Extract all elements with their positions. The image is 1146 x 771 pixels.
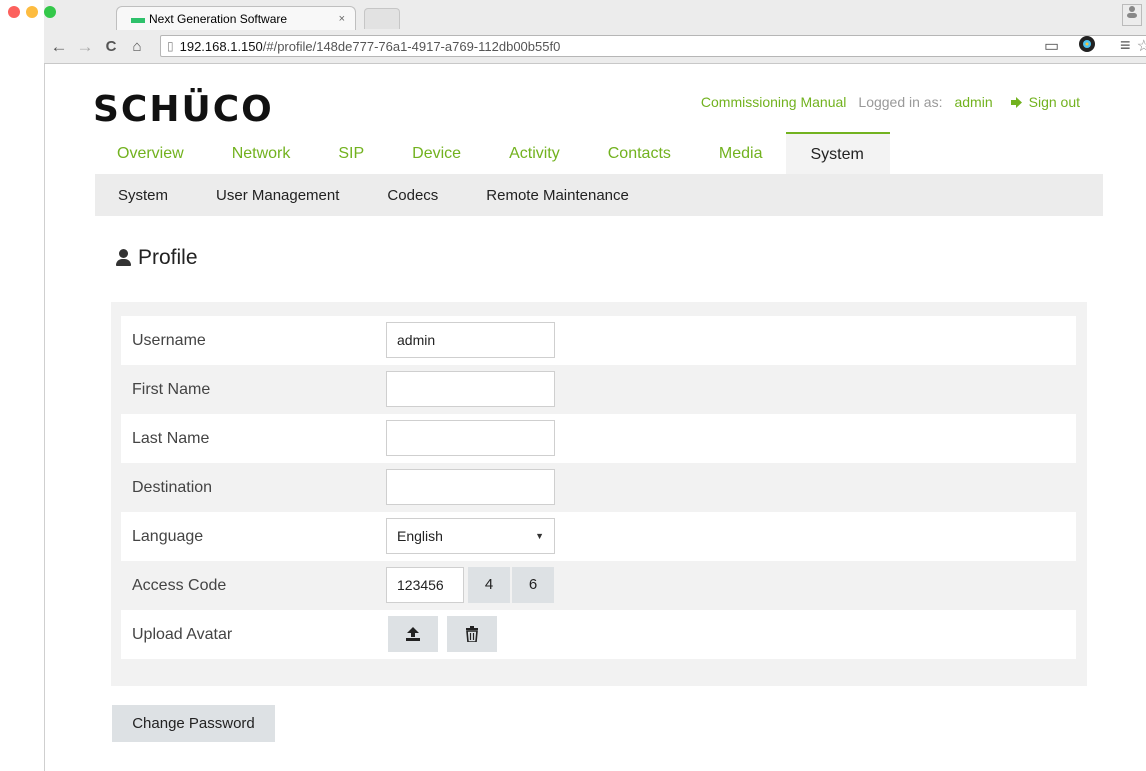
nav-contacts[interactable]: Contacts xyxy=(584,132,695,175)
minimize-window-button[interactable] xyxy=(26,6,38,18)
nav-activity[interactable]: Activity xyxy=(485,132,584,175)
username-link[interactable]: admin xyxy=(954,94,992,110)
home-icon[interactable]: ⌂ xyxy=(126,38,148,55)
form-row-language: Language English ▼ xyxy=(121,512,1076,561)
upload-avatar-label: Upload Avatar xyxy=(132,626,233,643)
first-name-label: First Name xyxy=(132,381,211,398)
trash-icon xyxy=(466,626,478,642)
extension-icon[interactable] xyxy=(1078,35,1096,58)
header-links: Commissioning Manual Logged in as: admin… xyxy=(701,94,1080,110)
caret-down-icon: ▼ xyxy=(535,531,544,541)
destination-label: Destination xyxy=(132,479,213,496)
subnav-user-management[interactable]: User Management xyxy=(192,187,363,204)
favicon-icon xyxy=(131,18,145,23)
page-title: Profile xyxy=(115,246,198,270)
reload-icon[interactable]: C xyxy=(100,38,122,55)
page-content: SCHÜCO Commissioning Manual Logged in as… xyxy=(45,64,1146,771)
tab-title: Next Generation Software xyxy=(149,11,288,26)
sign-out-link[interactable]: Sign out xyxy=(1010,94,1080,110)
subnav-codecs[interactable]: Codecs xyxy=(363,187,462,204)
sign-out-icon xyxy=(1010,96,1022,108)
menu-icon[interactable]: ≡ xyxy=(1120,35,1131,56)
nav-network[interactable]: Network xyxy=(208,132,315,175)
access-code-length-4-button[interactable]: 4 xyxy=(468,567,510,603)
form-row-upload-avatar: Upload Avatar xyxy=(121,610,1076,659)
main-nav: Overview Network SIP Device Activity Con… xyxy=(93,132,1103,175)
tab-close-icon[interactable]: × xyxy=(339,13,345,25)
user-icon xyxy=(115,249,132,267)
browser-chrome: Next Generation Software × ← → C ⌂ ▯ 192… xyxy=(8,0,1146,64)
subnav-remote-maintenance[interactable]: Remote Maintenance xyxy=(462,187,653,204)
subnav-system[interactable]: System xyxy=(95,187,192,204)
form-row-username: Username admin xyxy=(121,316,1076,365)
page-title-text: Profile xyxy=(138,246,198,269)
browser-toolbar: ← → C ⌂ ▯ 192.168.1.150 /#/profile/148de… xyxy=(44,30,1146,63)
profile-form-panel: Username admin First Name Last Name Dest… xyxy=(111,302,1087,686)
change-password-button[interactable]: Change Password xyxy=(112,705,275,742)
upload-avatar-button[interactable] xyxy=(388,616,438,652)
close-window-button[interactable] xyxy=(8,6,20,18)
forward-arrow-icon[interactable]: → xyxy=(74,37,96,57)
sign-out-label: Sign out xyxy=(1028,94,1080,110)
tab-strip: Next Generation Software × xyxy=(8,0,1146,30)
new-tab-button[interactable] xyxy=(364,8,400,29)
bookmark-star-icon[interactable]: ☆ xyxy=(1137,36,1146,56)
nav-sip[interactable]: SIP xyxy=(314,132,388,175)
cast-icon[interactable]: ▭ xyxy=(1044,36,1059,56)
url-path: /#/profile/148de777-76a1-4917-a769-112db… xyxy=(262,38,561,54)
back-arrow-icon[interactable]: ← xyxy=(48,37,70,57)
url-host: 192.168.1.150 xyxy=(179,38,263,54)
destination-field[interactable] xyxy=(386,469,555,505)
access-code-length-6-button[interactable]: 6 xyxy=(512,567,554,603)
delete-avatar-button[interactable] xyxy=(447,616,497,652)
nav-system[interactable]: System xyxy=(786,132,891,175)
upload-icon xyxy=(406,627,420,641)
form-row-destination: Destination xyxy=(121,463,1076,512)
last-name-field[interactable] xyxy=(386,420,555,456)
maximize-window-button[interactable] xyxy=(44,6,56,18)
nav-media[interactable]: Media xyxy=(695,132,787,175)
window-left-edge xyxy=(0,0,45,771)
nav-overview[interactable]: Overview xyxy=(93,132,208,175)
language-value: English xyxy=(397,528,443,544)
commissioning-manual-link[interactable]: Commissioning Manual xyxy=(701,94,847,110)
access-code-field[interactable]: 123456 xyxy=(386,567,464,603)
browser-tab[interactable]: Next Generation Software × xyxy=(116,6,356,30)
username-field[interactable]: admin xyxy=(386,322,555,358)
form-row-first-name: First Name xyxy=(121,365,1076,414)
nav-device[interactable]: Device xyxy=(388,132,485,175)
first-name-field[interactable] xyxy=(386,371,555,407)
address-bar[interactable]: ▯ 192.168.1.150 /#/profile/148de777-76a1… xyxy=(160,35,1146,57)
schuco-logo: SCHÜCO xyxy=(93,89,274,130)
profile-icon[interactable] xyxy=(1122,4,1142,26)
language-select[interactable]: English ▼ xyxy=(386,518,555,554)
sub-nav: System User Management Codecs Remote Mai… xyxy=(95,174,1103,216)
form-row-access-code: Access Code 123456 4 6 xyxy=(121,561,1076,610)
last-name-label: Last Name xyxy=(132,430,210,447)
logged-in-label: Logged in as: xyxy=(858,94,943,110)
username-label: Username xyxy=(132,332,206,349)
language-label: Language xyxy=(132,528,204,545)
form-row-last-name: Last Name xyxy=(121,414,1076,463)
access-code-label: Access Code xyxy=(132,577,227,594)
window-controls xyxy=(8,6,56,18)
page-icon: ▯ xyxy=(167,39,174,53)
